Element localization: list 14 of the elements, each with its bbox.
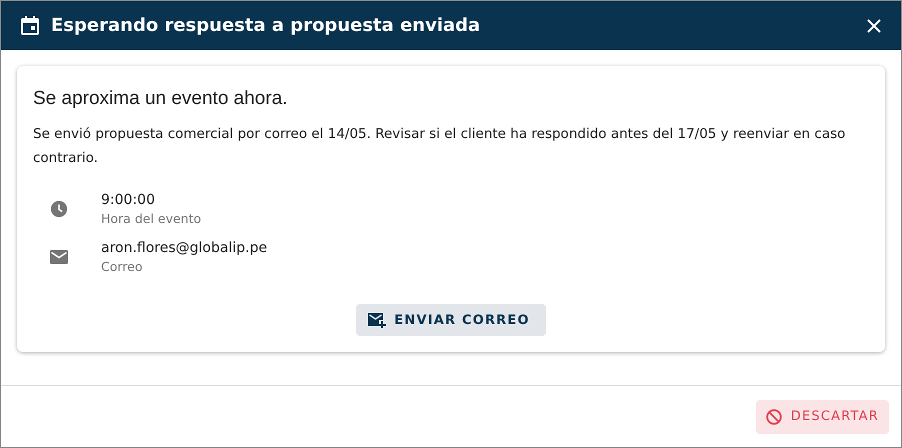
event-description: Se envió propuesta comercial por correo el 14/05. Revisar si el cliente ha respondido antes del 17/05 y reenviar en caso contrario. bbox=[33, 125, 846, 168]
close-icon bbox=[867, 18, 881, 32]
dialog-title: Esperando respuesta a propuesta enviada bbox=[51, 15, 482, 36]
mail-icon bbox=[50, 250, 68, 264]
detail-value: aron.flores@globalip.pe bbox=[101, 239, 268, 258]
mail-plus-icon bbox=[368, 312, 386, 328]
detail-label: Correo bbox=[101, 258, 144, 276]
calendar-icon bbox=[21, 16, 39, 35]
card-heading: Se aproxima un evento ahora. bbox=[33, 88, 289, 110]
detail-label: Hora del evento bbox=[101, 210, 202, 228]
send-email-button[interactable]: ENVIAR CORREO bbox=[356, 304, 546, 336]
forbidden-icon bbox=[766, 408, 782, 424]
clock-icon bbox=[50, 200, 68, 218]
detail-value: 9:00:00 bbox=[101, 191, 156, 210]
